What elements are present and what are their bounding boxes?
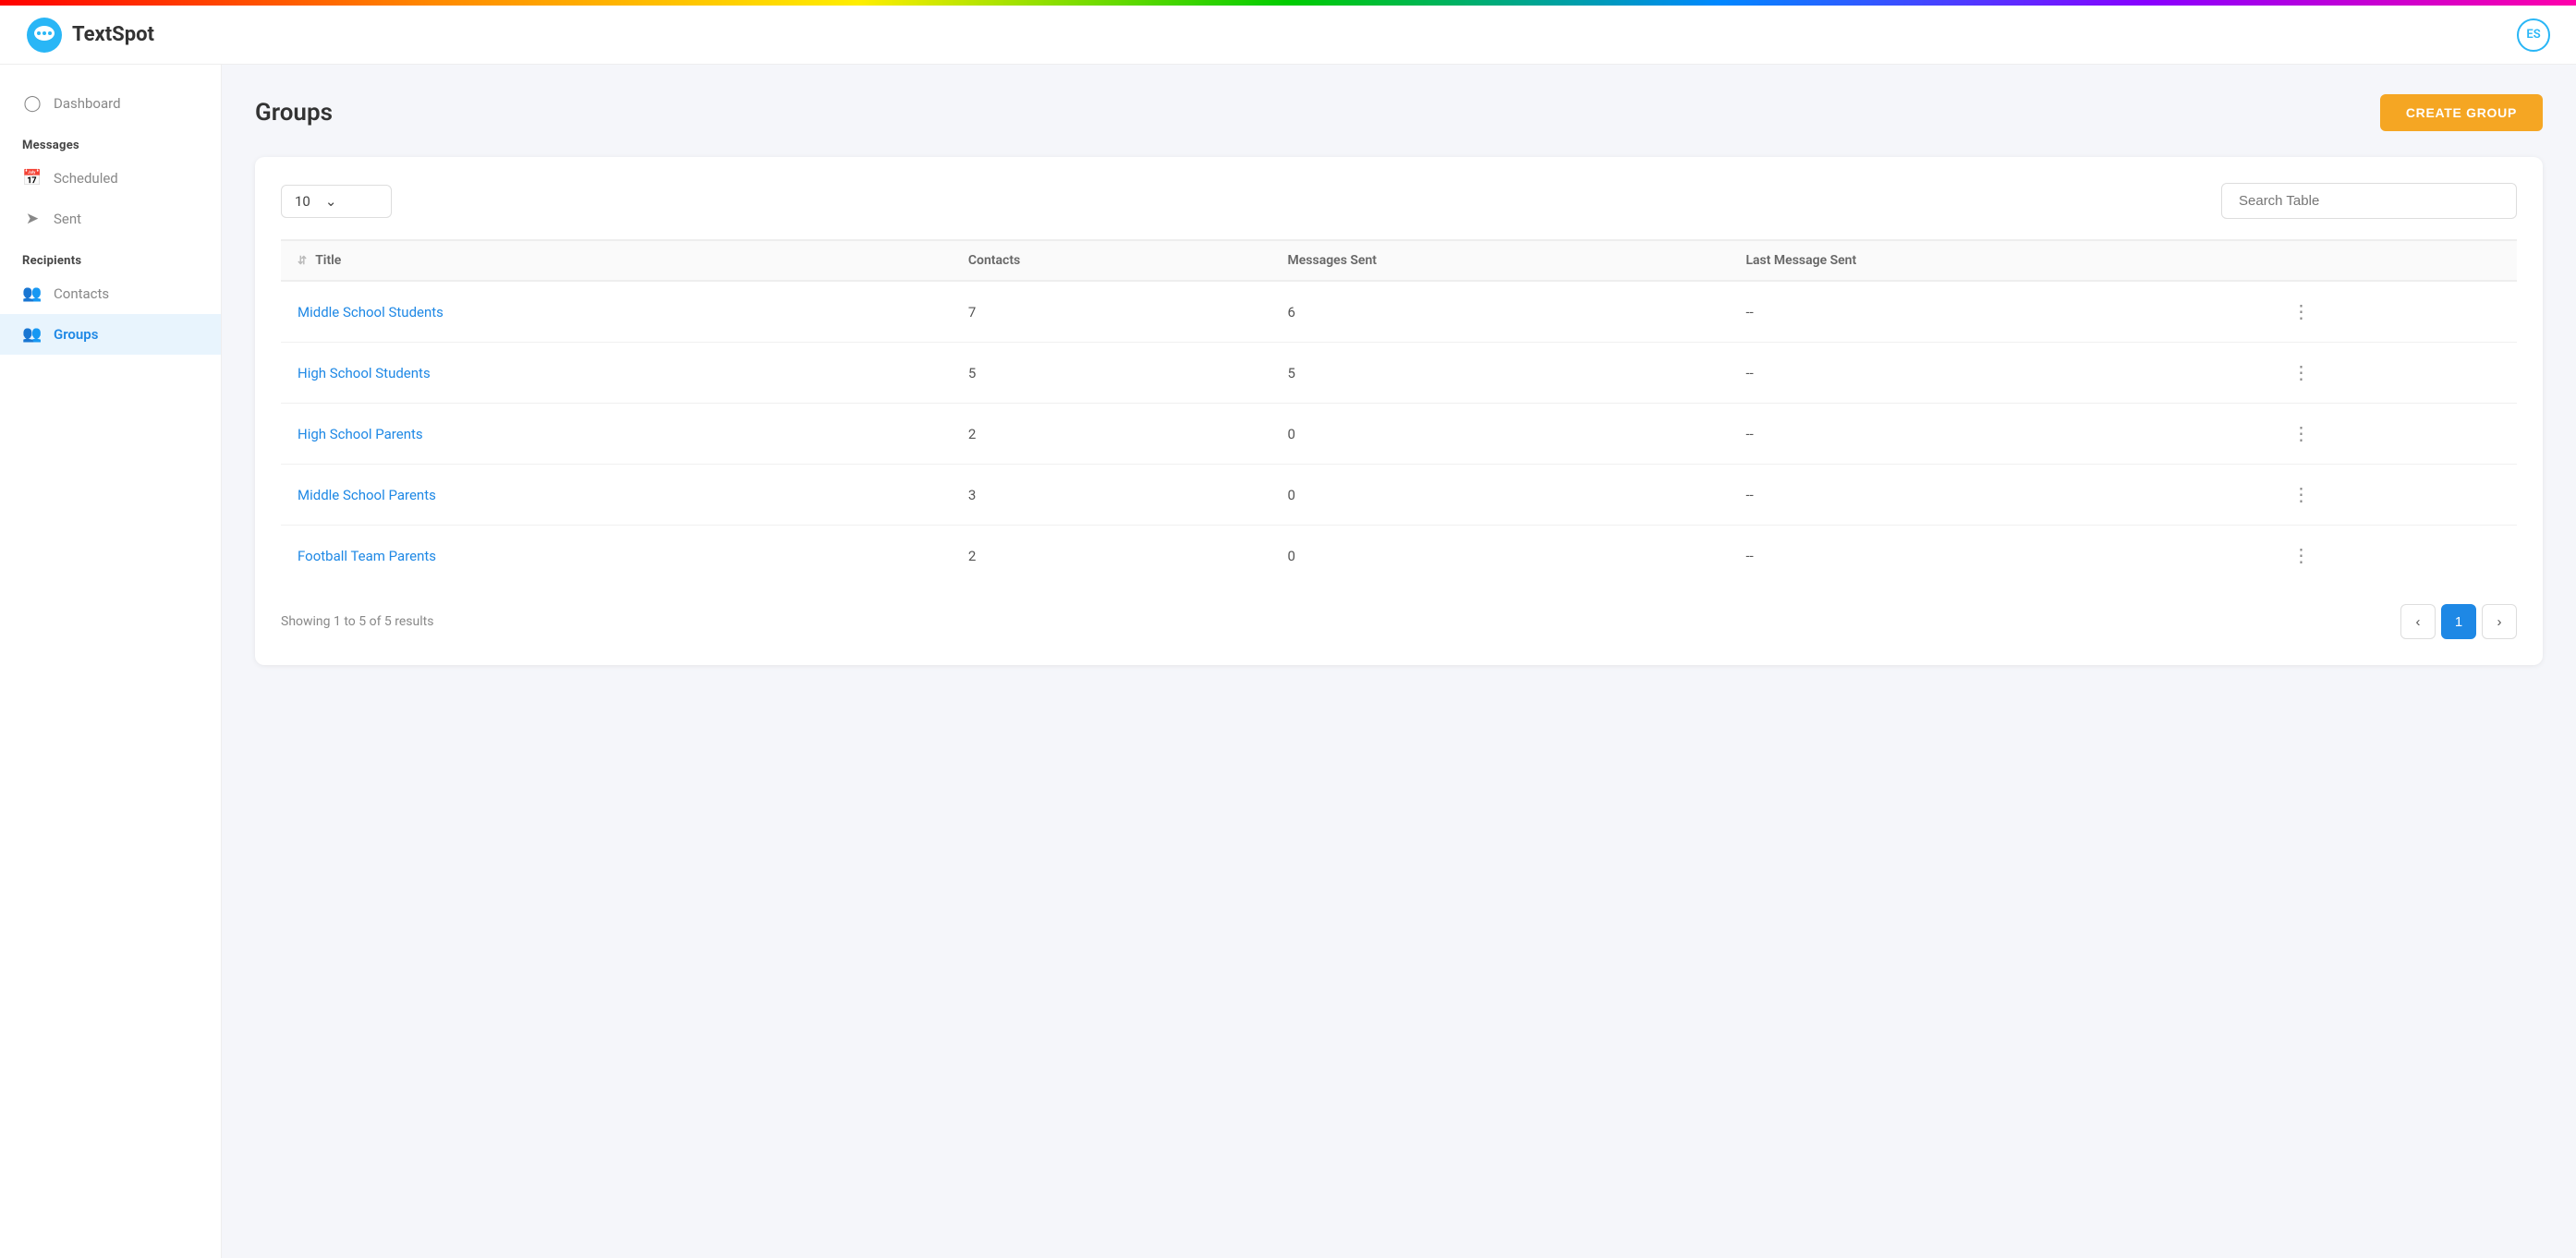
row-actions-button[interactable]: ⋮ xyxy=(2284,540,2317,571)
cell-contacts: 7 xyxy=(952,281,1271,343)
rows-per-page-select[interactable]: 10 ⌄ xyxy=(281,185,392,218)
row-actions-button[interactable]: ⋮ xyxy=(2284,357,2317,388)
logo-area: TextSpot xyxy=(26,17,154,54)
group-link[interactable]: Football Team Parents xyxy=(298,548,436,564)
cell-last-message-sent: -- xyxy=(1729,465,2267,526)
table-row: Middle School Students 7 6 -- ⋮ xyxy=(281,281,2517,343)
table-footer: Showing 1 to 5 of 5 results ‹ 1 › xyxy=(281,604,2517,639)
cell-messages-sent: 6 xyxy=(1271,281,1730,343)
cell-actions: ⋮ xyxy=(2267,465,2517,526)
table-row: High School Parents 2 0 -- ⋮ xyxy=(281,404,2517,465)
sidebar: ◯ Dashboard Messages 📅 Scheduled ➤ Sent … xyxy=(0,65,222,1258)
column-last-message-sent: Last Message Sent xyxy=(1729,240,2267,281)
create-group-button[interactable]: CREATE GROUP xyxy=(2380,94,2543,131)
column-contacts: Contacts xyxy=(952,240,1271,281)
cell-messages-sent: 0 xyxy=(1271,404,1730,465)
cell-actions: ⋮ xyxy=(2267,343,2517,404)
cell-last-message-sent: -- xyxy=(1729,404,2267,465)
cell-title: Football Team Parents xyxy=(281,526,952,587)
header: TextSpot ES xyxy=(0,6,2576,65)
main-content: Groups CREATE GROUP 10 ⌄ ⇵ Title xyxy=(222,65,2576,1258)
pagination: ‹ 1 › xyxy=(2400,604,2517,639)
table-header-row: ⇵ Title Contacts Messages Sent Last Mess… xyxy=(281,240,2517,281)
cell-contacts: 3 xyxy=(952,465,1271,526)
search-input[interactable] xyxy=(2221,183,2517,219)
results-info: Showing 1 to 5 of 5 results xyxy=(281,614,433,629)
cell-messages-sent: 0 xyxy=(1271,465,1730,526)
scheduled-icon: 📅 xyxy=(22,169,43,187)
cell-last-message-sent: -- xyxy=(1729,526,2267,587)
prev-page-button[interactable]: ‹ xyxy=(2400,604,2436,639)
contacts-icon: 👥 xyxy=(22,284,43,303)
sent-icon: ➤ xyxy=(22,210,43,228)
table-body: Middle School Students 7 6 -- ⋮ High Sch… xyxy=(281,281,2517,586)
cell-actions: ⋮ xyxy=(2267,281,2517,343)
sidebar-item-sent[interactable]: ➤ Sent xyxy=(0,199,221,239)
textspot-logo-icon xyxy=(26,17,63,54)
cell-title: High School Parents xyxy=(281,404,952,465)
cell-actions: ⋮ xyxy=(2267,526,2517,587)
groups-icon: 👥 xyxy=(22,325,43,344)
messages-section-label: Messages xyxy=(0,124,221,158)
sidebar-item-scheduled[interactable]: 📅 Scheduled xyxy=(0,158,221,199)
column-messages-sent: Messages Sent xyxy=(1271,240,1730,281)
groups-table: ⇵ Title Contacts Messages Sent Last Mess… xyxy=(281,239,2517,586)
cell-actions: ⋮ xyxy=(2267,404,2517,465)
next-page-button[interactable]: › xyxy=(2482,604,2517,639)
contacts-label: Contacts xyxy=(54,285,109,302)
cell-title: Middle School Students xyxy=(281,281,952,343)
rows-per-page-value: 10 xyxy=(295,193,310,210)
table-row: Middle School Parents 3 0 -- ⋮ xyxy=(281,465,2517,526)
cell-contacts: 2 xyxy=(952,526,1271,587)
cell-contacts: 2 xyxy=(952,404,1271,465)
dashboard-icon: ◯ xyxy=(22,94,43,113)
column-actions xyxy=(2267,240,2517,281)
column-title-label: Title xyxy=(315,253,341,268)
sort-icon: ⇵ xyxy=(298,254,307,267)
column-title[interactable]: ⇵ Title xyxy=(281,240,952,281)
sent-label: Sent xyxy=(54,211,81,227)
page-title: Groups xyxy=(255,99,333,127)
recipients-section-label: Recipients xyxy=(0,239,221,273)
table-card: 10 ⌄ ⇵ Title Contacts xyxy=(255,157,2543,665)
table-row: High School Students 5 5 -- ⋮ xyxy=(281,343,2517,404)
column-last-message-sent-label: Last Message Sent xyxy=(1745,253,1856,268)
table-controls: 10 ⌄ xyxy=(281,183,2517,219)
cell-messages-sent: 5 xyxy=(1271,343,1730,404)
column-contacts-label: Contacts xyxy=(968,253,1020,268)
cell-messages-sent: 0 xyxy=(1271,526,1730,587)
scheduled-label: Scheduled xyxy=(54,170,118,187)
row-actions-button[interactable]: ⋮ xyxy=(2284,296,2317,327)
page-header: Groups CREATE GROUP xyxy=(255,94,2543,131)
cell-last-message-sent: -- xyxy=(1729,343,2267,404)
group-link[interactable]: High School Parents xyxy=(298,426,423,442)
page-1-button[interactable]: 1 xyxy=(2441,604,2476,639)
groups-label: Groups xyxy=(54,326,98,343)
chevron-down-icon: ⌄ xyxy=(325,193,337,210)
logo-text: TextSpot xyxy=(72,23,154,46)
user-avatar[interactable]: ES xyxy=(2517,18,2550,52)
sidebar-item-contacts[interactable]: 👥 Contacts xyxy=(0,273,221,314)
cell-last-message-sent: -- xyxy=(1729,281,2267,343)
row-actions-button[interactable]: ⋮ xyxy=(2284,479,2317,510)
group-link[interactable]: High School Students xyxy=(298,365,431,381)
table-header: ⇵ Title Contacts Messages Sent Last Mess… xyxy=(281,240,2517,281)
table-row: Football Team Parents 2 0 -- ⋮ xyxy=(281,526,2517,587)
cell-title: High School Students xyxy=(281,343,952,404)
row-actions-button[interactable]: ⋮ xyxy=(2284,418,2317,449)
cell-title: Middle School Parents xyxy=(281,465,952,526)
sidebar-item-groups[interactable]: 👥 Groups xyxy=(0,314,221,355)
cell-contacts: 5 xyxy=(952,343,1271,404)
sidebar-item-dashboard[interactable]: ◯ Dashboard xyxy=(0,83,221,124)
group-link[interactable]: Middle School Students xyxy=(298,304,444,321)
dashboard-label: Dashboard xyxy=(54,95,121,112)
layout: ◯ Dashboard Messages 📅 Scheduled ➤ Sent … xyxy=(0,65,2576,1258)
group-link[interactable]: Middle School Parents xyxy=(298,487,436,503)
column-messages-sent-label: Messages Sent xyxy=(1288,253,1377,268)
